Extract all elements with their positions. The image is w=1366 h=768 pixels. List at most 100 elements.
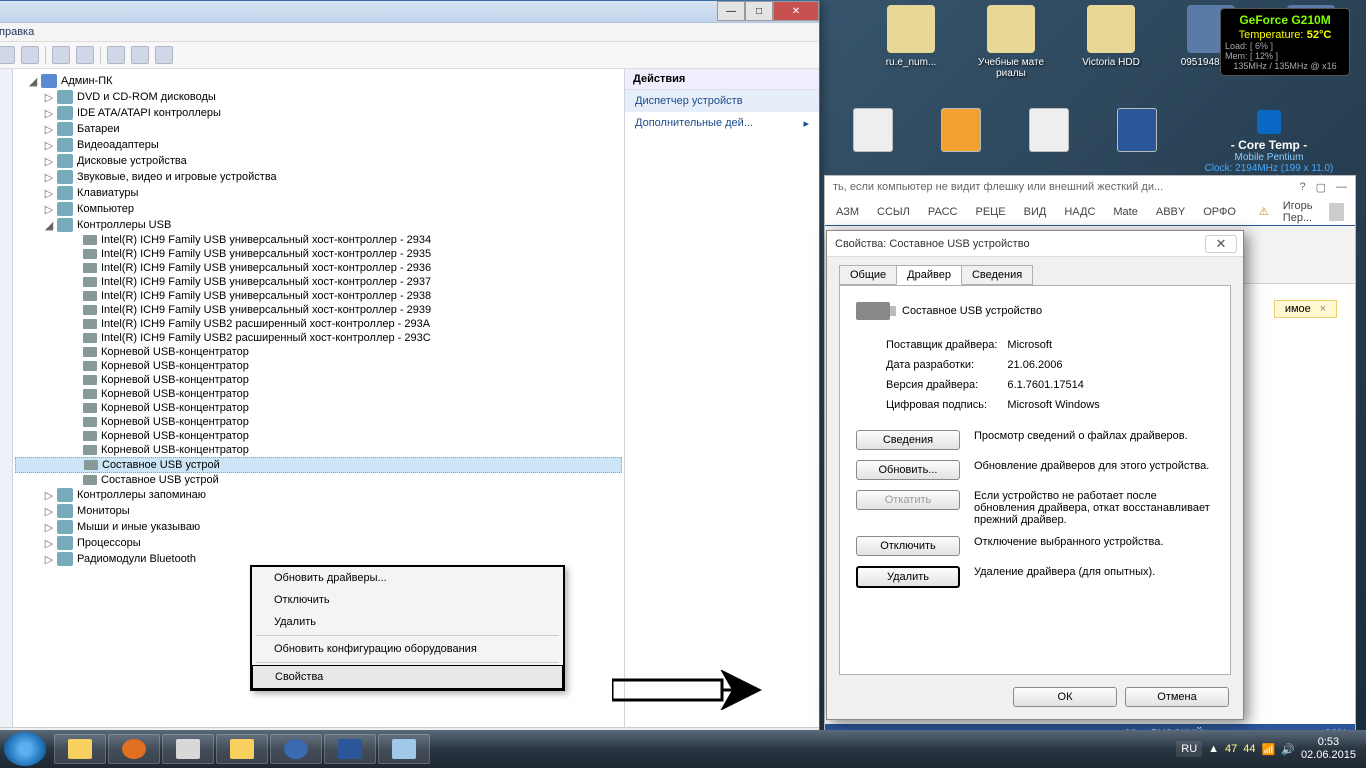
info-label: Цифровая подпись:	[886, 396, 1005, 414]
tree-item[interactable]: Корневой USB-концентратор	[15, 345, 622, 359]
tree-item[interactable]: ▷Батареи	[15, 121, 622, 137]
toolbar-refresh-icon[interactable]	[107, 46, 125, 64]
dialog-tab[interactable]: Сведения	[961, 265, 1033, 285]
tree-item[interactable]: ▷IDE ATA/ATAPI контроллеры	[15, 105, 622, 121]
tray-clock[interactable]: 0:53 02.06.2015	[1301, 736, 1356, 762]
tree-item[interactable]: Intel(R) ICH9 Family USB универсальный х…	[15, 247, 622, 261]
toolbar-monitor-icon[interactable]	[52, 46, 70, 64]
tree-label: Корневой USB-концентратор	[101, 444, 249, 456]
tree-item[interactable]: ▷Звуковые, видео и игровые устройства	[15, 169, 622, 185]
tree-item[interactable]: Intel(R) ICH9 Family USB универсальный х…	[15, 289, 622, 303]
file-icon[interactable]	[934, 108, 988, 164]
cancel-button[interactable]: Отмена	[1125, 687, 1229, 707]
word-user[interactable]: Игорь Пер...	[1278, 200, 1325, 224]
toolbar-back-icon[interactable]	[0, 46, 15, 64]
start-button[interactable]	[4, 732, 46, 766]
tree-item[interactable]: Составное USB устрой	[15, 457, 622, 473]
taskbar-explorer[interactable]	[54, 734, 106, 764]
tree-item[interactable]: Составное USB устрой	[15, 473, 622, 487]
desktop-icon[interactable]: Учебные материалы	[976, 5, 1046, 79]
tree-item[interactable]: ▷Контроллеры запоминаю	[15, 487, 622, 503]
taskbar-folder[interactable]	[216, 734, 268, 764]
taskbar-devmgr[interactable]	[378, 734, 430, 764]
tree-item[interactable]: Корневой USB-концентратор	[15, 443, 622, 457]
tray-network-icon[interactable]: 📶	[1262, 743, 1276, 756]
tree-item[interactable]: ▷Дисковые устройства	[15, 153, 622, 169]
close-button[interactable]: ✕	[773, 1, 819, 21]
ribbon-tab[interactable]: Mate	[1108, 206, 1142, 218]
context-menu-item[interactable]: Свойства	[252, 665, 563, 689]
dialog-tab[interactable]: Общие	[839, 265, 897, 285]
tray-lang[interactable]: RU	[1176, 741, 1202, 757]
tree-item[interactable]: ▷Видеоадаптеры	[15, 137, 622, 153]
ribbon-tab[interactable]: НАДС	[1059, 206, 1100, 218]
dialog-tab[interactable]: Драйвер	[896, 265, 962, 285]
tree-item[interactable]: ▷Компьютер	[15, 201, 622, 217]
window-titlebar[interactable]: — □ ✕	[0, 1, 819, 23]
dialog-titlebar[interactable]: Свойства: Составное USB устройство ✕	[827, 231, 1243, 257]
ok-button[interactable]: ОК	[1013, 687, 1117, 707]
tree-item[interactable]: Корневой USB-концентратор	[15, 373, 622, 387]
tree-item[interactable]: Intel(R) ICH9 Family USB2 расширенный хо…	[15, 331, 622, 345]
toolbar-remove-icon[interactable]	[155, 46, 173, 64]
context-menu-item[interactable]: Обновить драйверы...	[252, 567, 563, 589]
tree-item[interactable]: Intel(R) ICH9 Family USB универсальный х…	[15, 303, 622, 317]
ribbon-tab[interactable]: ССЫЛ	[872, 206, 915, 218]
tree-item[interactable]: ▷Клавиатуры	[15, 185, 622, 201]
tree-item[interactable]: Intel(R) ICH9 Family USB универсальный х…	[15, 275, 622, 289]
help-icon[interactable]: ?	[1299, 181, 1305, 194]
tree-item[interactable]: ◢Контроллеры USB	[15, 217, 622, 233]
ribbon-tab[interactable]: АЗМ	[831, 206, 864, 218]
tree-item[interactable]: Корневой USB-концентратор	[15, 429, 622, 443]
ribbon-tab[interactable]: ВИД	[1019, 206, 1052, 218]
tree-item[interactable]: Корневой USB-концентратор	[15, 415, 622, 429]
tree-item[interactable]: Корневой USB-концентратор	[15, 387, 622, 401]
toolbar-update-icon[interactable]	[131, 46, 149, 64]
driver-action-button[interactable]: Отключить	[856, 536, 960, 556]
tree-item[interactable]: Intel(R) ICH9 Family USB2 расширенный хо…	[15, 317, 622, 331]
actions-item[interactable]: Диспетчер устройств	[625, 90, 819, 112]
ribbon-tab[interactable]: РЕЦЕ	[970, 206, 1010, 218]
desktop-icon[interactable]: ru.e_num...	[876, 5, 946, 79]
driver-action-button[interactable]: Откатить	[856, 490, 960, 510]
driver-action-button[interactable]: Удалить	[856, 566, 960, 588]
ribbon-tab[interactable]: ABBY	[1151, 206, 1190, 218]
minimize-icon[interactable]: —	[1336, 181, 1347, 194]
file-icon[interactable]	[1022, 108, 1076, 164]
taskbar-firefox[interactable]	[108, 734, 160, 764]
tree-item[interactable]: ▷Процессоры	[15, 535, 622, 551]
close-button[interactable]: ✕	[1205, 235, 1237, 253]
file-icon[interactable]	[846, 108, 900, 164]
taskbar-paint[interactable]	[162, 734, 214, 764]
tree-item[interactable]: Корневой USB-концентратор	[15, 359, 622, 373]
tree-item[interactable]: ▷Мониторы	[15, 503, 622, 519]
context-menu-item[interactable]: Отключить	[252, 589, 563, 611]
context-menu-item[interactable]: Удалить	[252, 611, 563, 633]
driver-action-button[interactable]: Обновить...	[856, 460, 960, 480]
actions-item[interactable]: Дополнительные дей... ▸	[625, 112, 819, 134]
tray-volume-icon[interactable]: 🔊	[1281, 743, 1295, 756]
file-icon[interactable]	[1110, 108, 1164, 164]
tree-item[interactable]: Корневой USB-концентратор	[15, 401, 622, 415]
tree-item[interactable]: ◢Админ-ПК	[15, 73, 622, 89]
avatar[interactable]	[1329, 203, 1344, 221]
toolbar-fwd-icon[interactable]	[21, 46, 39, 64]
context-menu-item[interactable]: Обновить конфигурацию оборудования	[252, 638, 563, 660]
tree-label: Intel(R) ICH9 Family USB универсальный х…	[101, 304, 431, 316]
ribbon-toggle-icon[interactable]: ▢	[1316, 181, 1326, 194]
tray-flag-icon[interactable]: ▲	[1208, 743, 1219, 755]
tree-item[interactable]: ▷DVD и CD-ROM дисководы	[15, 89, 622, 105]
menu-bar[interactable]: правка	[0, 23, 819, 42]
taskbar-word[interactable]	[324, 734, 376, 764]
maximize-button[interactable]: □	[745, 1, 773, 21]
toolbar-list-icon[interactable]	[76, 46, 94, 64]
ribbon-tab[interactable]: ОРФО	[1198, 206, 1241, 218]
taskbar-thunderbird[interactable]	[270, 734, 322, 764]
ribbon-tab[interactable]: РАСС	[923, 206, 963, 218]
tree-item[interactable]: Intel(R) ICH9 Family USB универсальный х…	[15, 261, 622, 275]
driver-action-button[interactable]: Сведения	[856, 430, 960, 450]
desktop-icon[interactable]: Victoria HDD	[1076, 5, 1146, 79]
tree-item[interactable]: Intel(R) ICH9 Family USB универсальный х…	[15, 233, 622, 247]
minimize-button[interactable]: —	[717, 1, 745, 21]
tree-item[interactable]: ▷Мыши и иные указываю	[15, 519, 622, 535]
